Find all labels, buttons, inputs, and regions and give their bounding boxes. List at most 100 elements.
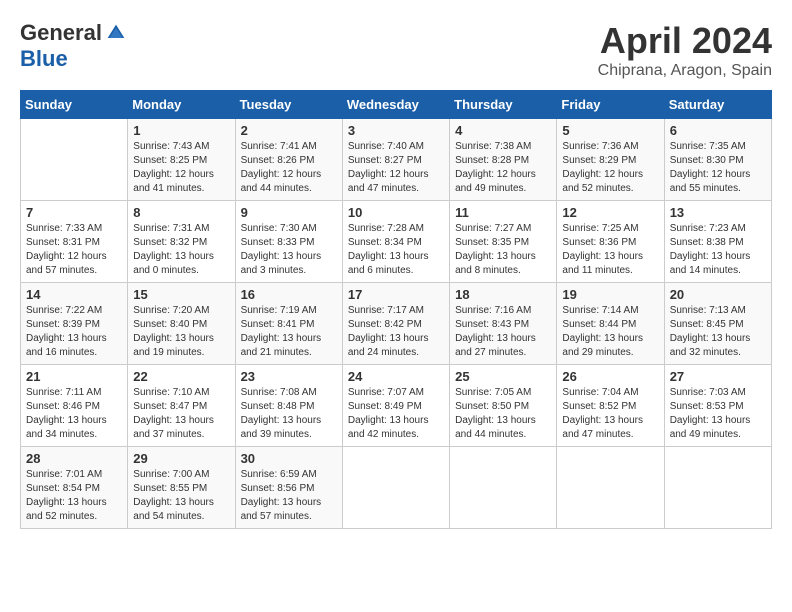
day-number: 12 xyxy=(562,205,658,220)
calendar-cell: 20 Sunrise: 7:13 AM Sunset: 8:45 PM Dayli… xyxy=(664,283,771,365)
day-info: Sunrise: 7:00 AM Sunset: 8:55 PM Dayligh… xyxy=(133,468,229,524)
calendar-row-1: 7 Sunrise: 7:33 AM Sunset: 8:31 PM Daylig… xyxy=(21,201,772,283)
calendar-cell: 5 Sunrise: 7:36 AM Sunset: 8:29 PM Daylig… xyxy=(557,119,664,201)
header-friday: Friday xyxy=(557,91,664,119)
day-number: 24 xyxy=(348,369,444,384)
calendar-table: SundayMondayTuesdayWednesdayThursdayFrid… xyxy=(20,90,772,529)
day-info: Sunrise: 7:35 AM Sunset: 8:30 PM Dayligh… xyxy=(670,140,766,196)
day-number: 15 xyxy=(133,287,229,302)
logo-general-text: General xyxy=(20,20,102,46)
day-number: 30 xyxy=(241,451,337,466)
calendar-cell: 24 Sunrise: 7:07 AM Sunset: 8:49 PM Dayli… xyxy=(342,365,449,447)
day-number: 28 xyxy=(26,451,122,466)
day-number: 4 xyxy=(455,123,551,138)
logo-blue-text: Blue xyxy=(20,46,68,72)
day-number: 3 xyxy=(348,123,444,138)
calendar-cell: 17 Sunrise: 7:17 AM Sunset: 8:42 PM Dayli… xyxy=(342,283,449,365)
calendar-cell: 19 Sunrise: 7:14 AM Sunset: 8:44 PM Dayli… xyxy=(557,283,664,365)
calendar-cell xyxy=(664,447,771,529)
day-info: Sunrise: 7:27 AM Sunset: 8:35 PM Dayligh… xyxy=(455,222,551,278)
day-info: Sunrise: 7:43 AM Sunset: 8:25 PM Dayligh… xyxy=(133,140,229,196)
calendar-cell: 26Sunrise: 7:04 AM Sunset: 8:52 PM Dayli… xyxy=(557,365,664,447)
day-number: 21 xyxy=(26,369,122,384)
day-number: 18 xyxy=(455,287,551,302)
calendar-cell: 11 Sunrise: 7:27 AM Sunset: 8:35 PM Dayli… xyxy=(450,201,557,283)
calendar-cell: 23Sunrise: 7:08 AM Sunset: 8:48 PM Dayli… xyxy=(235,365,342,447)
calendar-cell: 1Sunrise: 7:43 AM Sunset: 8:25 PM Daylig… xyxy=(128,119,235,201)
day-number: 6 xyxy=(670,123,766,138)
day-number: 2 xyxy=(241,123,337,138)
day-number: 29 xyxy=(133,451,229,466)
day-info: Sunrise: 7:13 AM Sunset: 8:45 PM Dayligh… xyxy=(670,304,766,360)
day-number: 25 xyxy=(455,369,551,384)
day-info: Sunrise: 6:59 AM Sunset: 8:56 PM Dayligh… xyxy=(241,468,337,524)
day-number: 22 xyxy=(133,369,229,384)
logo-icon xyxy=(106,23,126,43)
calendar-cell: 10 Sunrise: 7:28 AM Sunset: 8:34 PM Dayli… xyxy=(342,201,449,283)
day-number: 16 xyxy=(241,287,337,302)
calendar-cell: 13Sunrise: 7:23 AM Sunset: 8:38 PM Dayli… xyxy=(664,201,771,283)
day-info: Sunrise: 7:25 AM Sunset: 8:36 PM Dayligh… xyxy=(562,222,658,278)
header-row: SundayMondayTuesdayWednesdayThursdayFrid… xyxy=(21,91,772,119)
header-wednesday: Wednesday xyxy=(342,91,449,119)
calendar-cell: 29 Sunrise: 7:00 AM Sunset: 8:55 PM Dayli… xyxy=(128,447,235,529)
day-info: Sunrise: 7:14 AM Sunset: 8:44 PM Dayligh… xyxy=(562,304,658,360)
day-number: 5 xyxy=(562,123,658,138)
day-info: Sunrise: 7:03 AM Sunset: 8:53 PM Dayligh… xyxy=(670,386,766,442)
calendar-cell: 6 Sunrise: 7:35 AM Sunset: 8:30 PM Daylig… xyxy=(664,119,771,201)
day-info: Sunrise: 7:11 AM Sunset: 8:46 PM Dayligh… xyxy=(26,386,122,442)
day-number: 13 xyxy=(670,205,766,220)
day-number: 11 xyxy=(455,205,551,220)
calendar-cell xyxy=(450,447,557,529)
calendar-cell xyxy=(21,119,128,201)
calendar-cell: 8 Sunrise: 7:31 AM Sunset: 8:32 PM Daylig… xyxy=(128,201,235,283)
month-title: April 2024 xyxy=(598,20,772,62)
header-monday: Monday xyxy=(128,91,235,119)
calendar-cell: 14Sunrise: 7:22 AM Sunset: 8:39 PM Dayli… xyxy=(21,283,128,365)
calendar-cell: 9 Sunrise: 7:30 AM Sunset: 8:33 PM Daylig… xyxy=(235,201,342,283)
header-saturday: Saturday xyxy=(664,91,771,119)
calendar-row-3: 21 Sunrise: 7:11 AM Sunset: 8:46 PM Dayli… xyxy=(21,365,772,447)
day-number: 17 xyxy=(348,287,444,302)
day-number: 19 xyxy=(562,287,658,302)
calendar-row-2: 14Sunrise: 7:22 AM Sunset: 8:39 PM Dayli… xyxy=(21,283,772,365)
day-info: Sunrise: 7:01 AM Sunset: 8:54 PM Dayligh… xyxy=(26,468,122,524)
day-info: Sunrise: 7:31 AM Sunset: 8:32 PM Dayligh… xyxy=(133,222,229,278)
location-subtitle: Chiprana, Aragon, Spain xyxy=(598,62,772,80)
header-thursday: Thursday xyxy=(450,91,557,119)
day-number: 8 xyxy=(133,205,229,220)
calendar-cell: 12 Sunrise: 7:25 AM Sunset: 8:36 PM Dayli… xyxy=(557,201,664,283)
day-info: Sunrise: 7:33 AM Sunset: 8:31 PM Dayligh… xyxy=(26,222,122,278)
day-info: Sunrise: 7:16 AM Sunset: 8:43 PM Dayligh… xyxy=(455,304,551,360)
day-info: Sunrise: 7:22 AM Sunset: 8:39 PM Dayligh… xyxy=(26,304,122,360)
calendar-cell: 3 Sunrise: 7:40 AM Sunset: 8:27 PM Daylig… xyxy=(342,119,449,201)
day-info: Sunrise: 7:36 AM Sunset: 8:29 PM Dayligh… xyxy=(562,140,658,196)
calendar-cell: 28 Sunrise: 7:01 AM Sunset: 8:54 PM Dayli… xyxy=(21,447,128,529)
calendar-cell: 7 Sunrise: 7:33 AM Sunset: 8:31 PM Daylig… xyxy=(21,201,128,283)
calendar-cell: 30 Sunrise: 6:59 AM Sunset: 8:56 PM Dayli… xyxy=(235,447,342,529)
day-info: Sunrise: 7:19 AM Sunset: 8:41 PM Dayligh… xyxy=(241,304,337,360)
day-info: Sunrise: 7:17 AM Sunset: 8:42 PM Dayligh… xyxy=(348,304,444,360)
day-info: Sunrise: 7:30 AM Sunset: 8:33 PM Dayligh… xyxy=(241,222,337,278)
calendar-cell: 4 Sunrise: 7:38 AM Sunset: 8:28 PM Daylig… xyxy=(450,119,557,201)
day-number: 9 xyxy=(241,205,337,220)
day-number: 10 xyxy=(348,205,444,220)
day-number: 20 xyxy=(670,287,766,302)
day-number: 7 xyxy=(26,205,122,220)
day-info: Sunrise: 7:20 AM Sunset: 8:40 PM Dayligh… xyxy=(133,304,229,360)
day-info: Sunrise: 7:08 AM Sunset: 8:48 PM Dayligh… xyxy=(241,386,337,442)
logo: General Blue xyxy=(20,20,126,72)
day-info: Sunrise: 7:40 AM Sunset: 8:27 PM Dayligh… xyxy=(348,140,444,196)
calendar-row-4: 28 Sunrise: 7:01 AM Sunset: 8:54 PM Dayli… xyxy=(21,447,772,529)
calendar-cell: 27 Sunrise: 7:03 AM Sunset: 8:53 PM Dayli… xyxy=(664,365,771,447)
day-info: Sunrise: 7:38 AM Sunset: 8:28 PM Dayligh… xyxy=(455,140,551,196)
title-block: April 2024 Chiprana, Aragon, Spain xyxy=(598,20,772,80)
calendar-cell: 21 Sunrise: 7:11 AM Sunset: 8:46 PM Dayli… xyxy=(21,365,128,447)
calendar-cell: 2Sunrise: 7:41 AM Sunset: 8:26 PM Daylig… xyxy=(235,119,342,201)
day-number: 27 xyxy=(670,369,766,384)
day-info: Sunrise: 7:07 AM Sunset: 8:49 PM Dayligh… xyxy=(348,386,444,442)
day-info: Sunrise: 7:28 AM Sunset: 8:34 PM Dayligh… xyxy=(348,222,444,278)
calendar-cell: 18 Sunrise: 7:16 AM Sunset: 8:43 PM Dayli… xyxy=(450,283,557,365)
calendar-cell xyxy=(557,447,664,529)
day-info: Sunrise: 7:10 AM Sunset: 8:47 PM Dayligh… xyxy=(133,386,229,442)
